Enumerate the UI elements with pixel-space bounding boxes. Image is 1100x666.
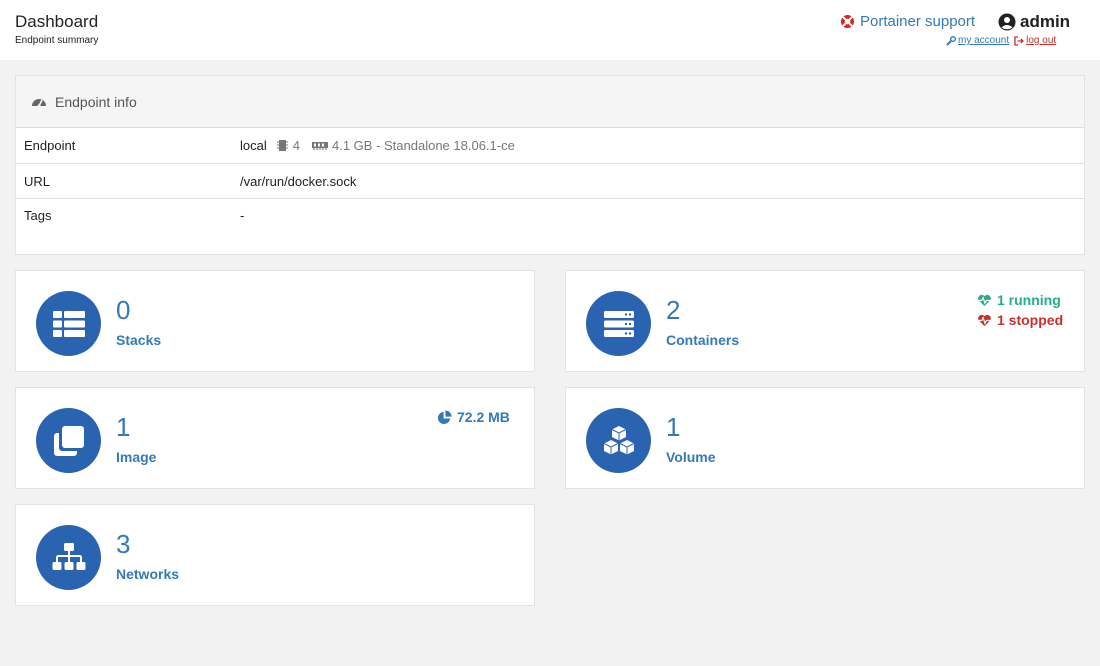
username: admin (1020, 12, 1071, 31)
images-count: 1 (116, 412, 131, 442)
clone-icon (53, 425, 84, 456)
server-icon (603, 310, 634, 337)
networks-count: 3 (116, 529, 131, 559)
networks-icon-circle (36, 525, 101, 590)
sitemap-icon (52, 542, 85, 570)
memory-icon (311, 142, 328, 150)
page-header: Dashboard Endpoint summary Portainer sup… (0, 0, 1100, 60)
running-status: 1 running (977, 292, 1061, 308)
images-size-value: 72.2 MB (457, 409, 510, 425)
user-menu[interactable]: admin (998, 12, 1070, 32)
url-value: /var/run/docker.sock (240, 174, 357, 189)
my-account-label: my account (958, 35, 1010, 46)
table-row-endpoint: Endpoint local 4 4.1 GB - Standalone 18.… (16, 128, 1084, 164)
volumes-label: Volume (666, 449, 716, 465)
images-size: 72.2 MB (437, 409, 510, 425)
images-icon-circle (36, 408, 101, 473)
wrench-icon (946, 35, 956, 46)
pie-chart-icon (437, 409, 452, 424)
heartbeat-icon (977, 294, 992, 306)
endpoint-cpu: 4 (292, 138, 300, 153)
containers-icon-circle (586, 291, 651, 356)
url-key: URL (24, 174, 51, 189)
stacks-icon-circle (36, 291, 101, 356)
heartbeat-icon (977, 314, 992, 326)
th-list-icon (52, 310, 85, 337)
networks-tile[interactable]: 3 Networks (15, 504, 535, 606)
table-row-tags: Tags - (16, 199, 1084, 254)
endpoint-info-header: Endpoint info (16, 76, 1084, 128)
tachometer-icon (32, 98, 46, 107)
endpoint-memory: 4.1 GB - Standalone 18.06.1-ce (331, 138, 515, 153)
endpoint-value: local 4 4.1 GB - Standalone 18.06.1-ce (240, 138, 515, 153)
endpoint-name: local (240, 138, 267, 153)
volumes-count: 1 (666, 412, 681, 442)
life-ring-icon (840, 14, 855, 29)
account-links: my account log out (946, 35, 1056, 46)
my-account-link[interactable]: my account (946, 35, 1009, 46)
support-label: Portainer support (860, 13, 976, 30)
sign-out-icon (1014, 35, 1025, 46)
stacks-label: Stacks (116, 332, 162, 348)
cubes-icon (603, 425, 634, 454)
page-subtitle: Endpoint summary (15, 35, 99, 46)
images-label: Image (116, 449, 157, 465)
running-count: 1 running (997, 292, 1061, 308)
tags-key: Tags (24, 208, 52, 223)
user-circle-icon (998, 13, 1016, 31)
volumes-tile[interactable]: 1 Volume (565, 387, 1085, 489)
stopped-status: 1 stopped (977, 312, 1063, 328)
tags-value: - (240, 208, 245, 223)
containers-count: 2 (666, 295, 681, 325)
table-row-url: URL /var/run/docker.sock (16, 164, 1084, 199)
containers-label: Containers (666, 332, 740, 348)
images-tile[interactable]: 1 Image 72.2 MB (15, 387, 535, 489)
containers-tile[interactable]: 2 Containers 1 running 1 stopped (565, 270, 1085, 372)
endpoint-info-panel: Endpoint info Endpoint local 4 4.1 GB - … (15, 75, 1085, 255)
stacks-count: 0 (116, 295, 131, 325)
page-title: Dashboard (15, 12, 99, 31)
portainer-support-link[interactable]: Portainer support (840, 13, 975, 30)
endpoint-key: Endpoint (24, 138, 76, 153)
log-out-label: log out (1026, 35, 1057, 46)
stacks-tile[interactable]: 0 Stacks (15, 270, 535, 372)
networks-label: Networks (116, 566, 180, 582)
volumes-icon-circle (586, 408, 651, 473)
stopped-count: 1 stopped (997, 312, 1064, 328)
microchip-icon (276, 140, 288, 151)
log-out-link[interactable]: log out (1014, 35, 1056, 46)
endpoint-info-title: Endpoint info (55, 93, 137, 110)
